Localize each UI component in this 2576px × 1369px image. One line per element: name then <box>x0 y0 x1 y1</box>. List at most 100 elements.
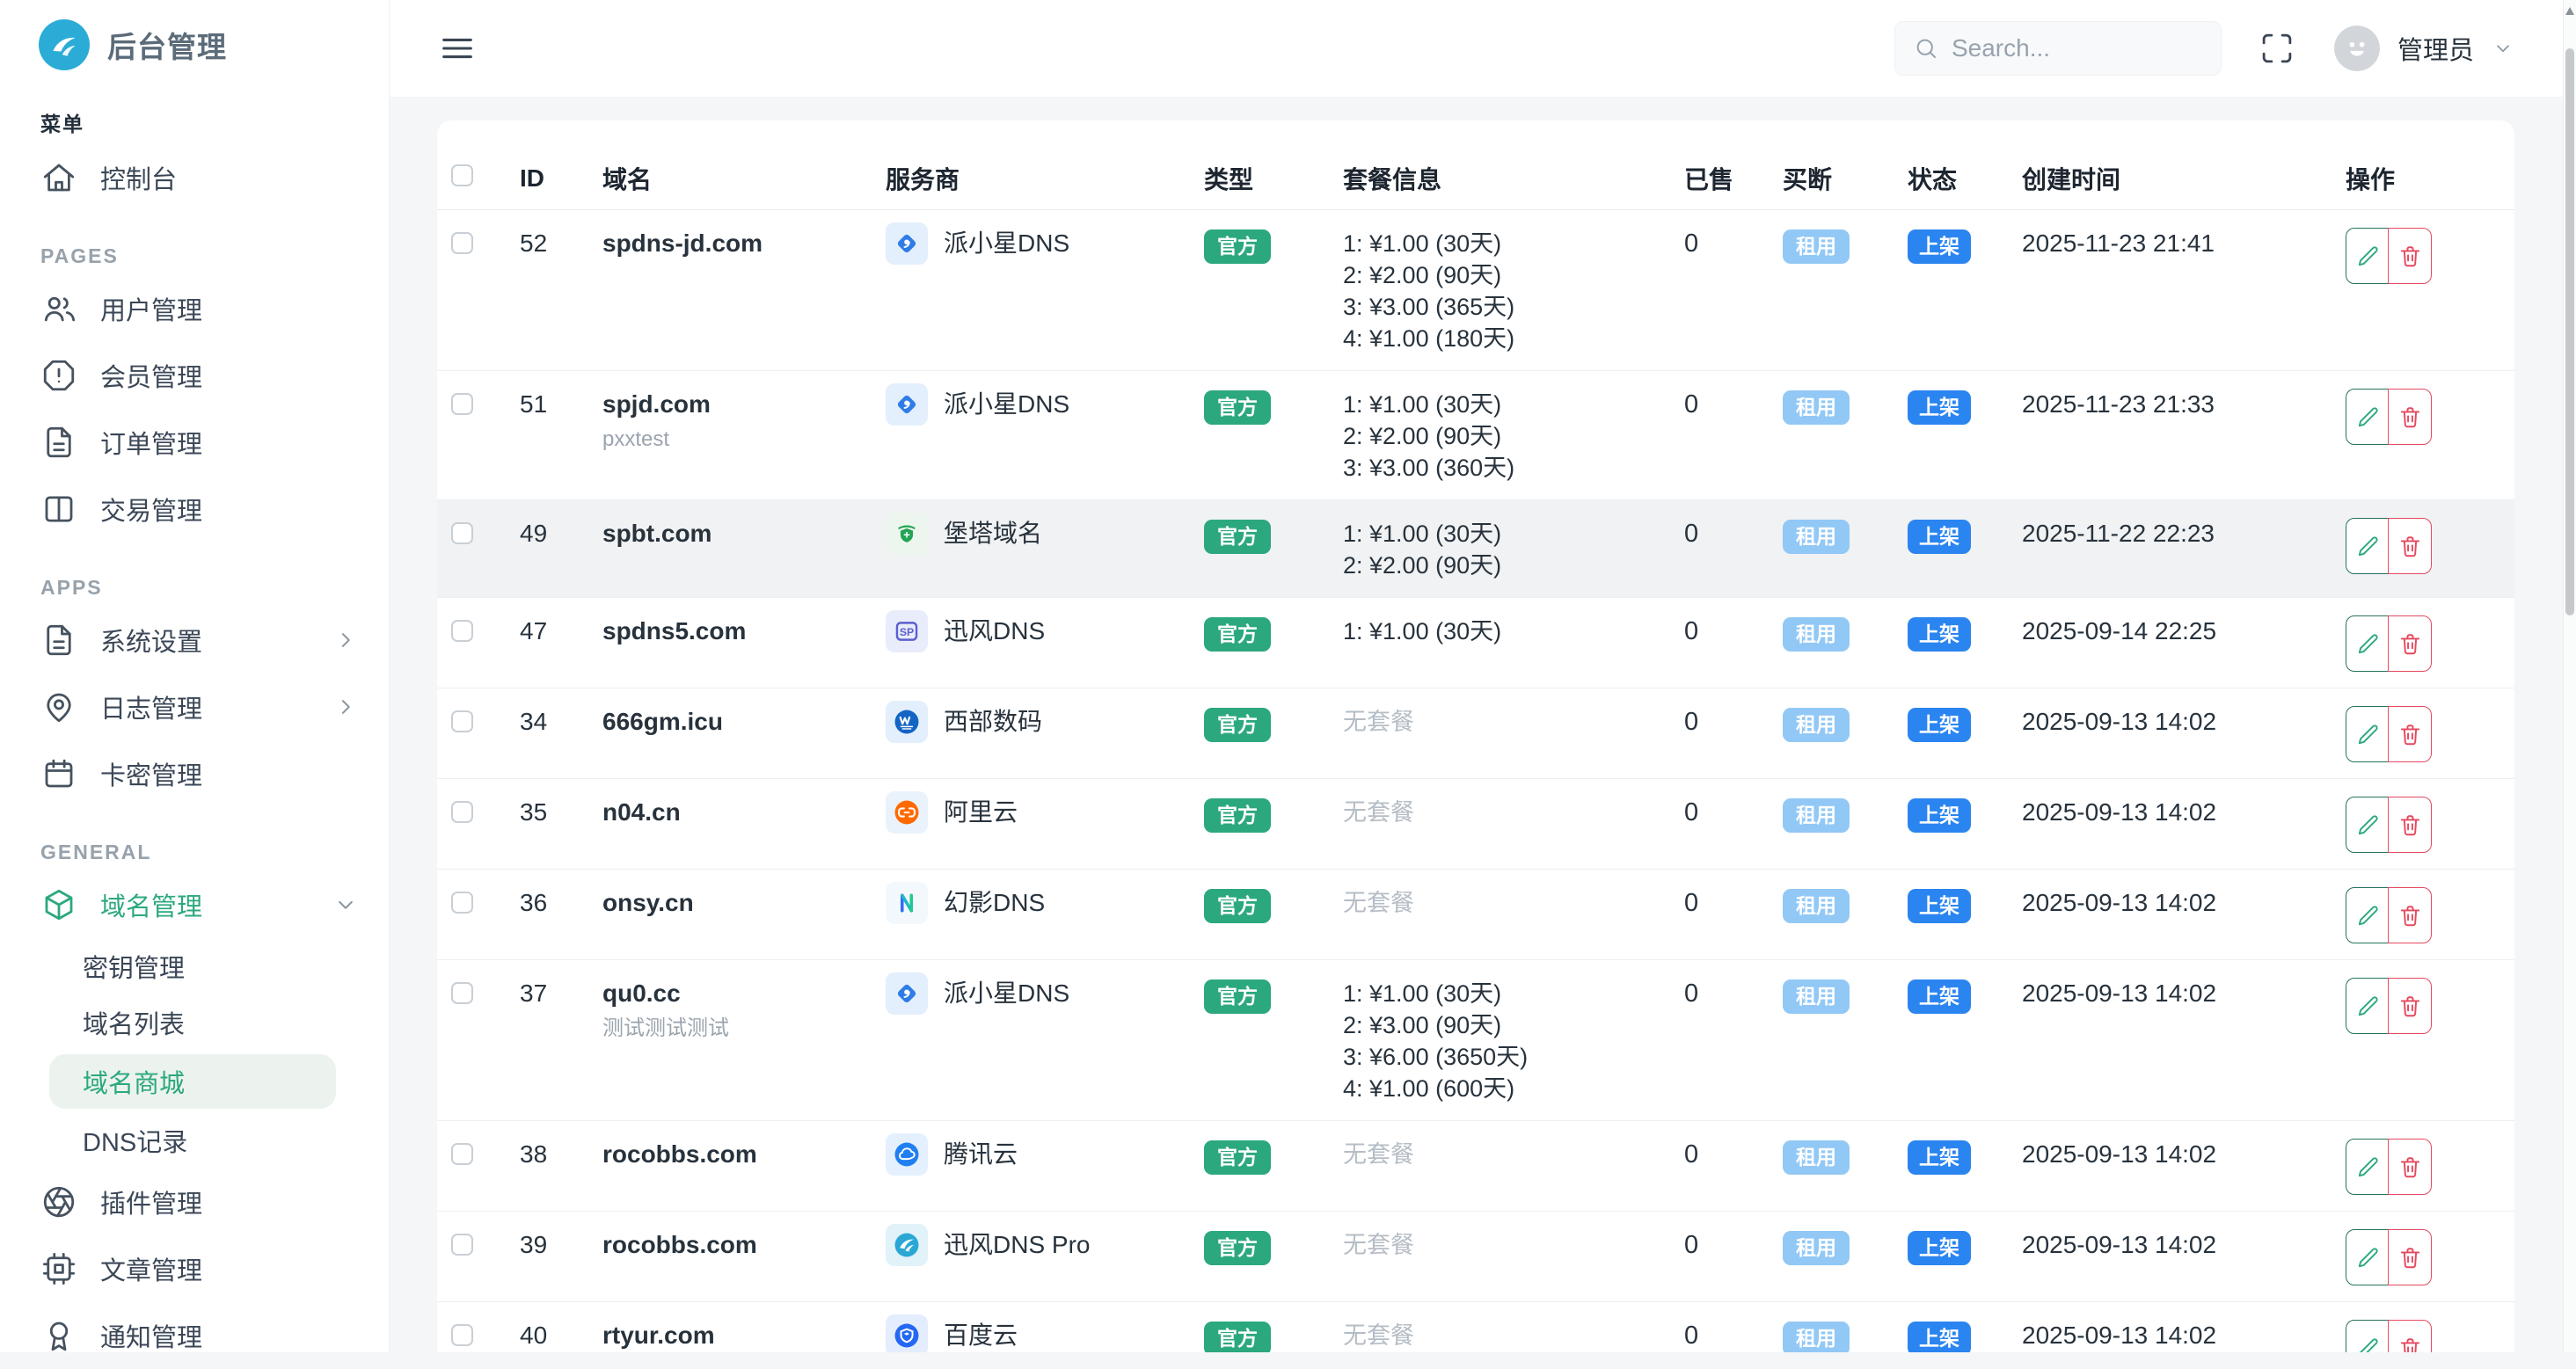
vertical-scrollbar[interactable] <box>2563 0 2576 1352</box>
edit-button[interactable] <box>2346 228 2390 284</box>
delete-button[interactable] <box>2388 797 2432 853</box>
provider-name: 派小星DNS <box>944 389 1069 420</box>
delete-button[interactable] <box>2388 706 2432 762</box>
file-text-icon <box>40 424 77 461</box>
row-checkbox[interactable] <box>451 710 473 732</box>
edit-button[interactable] <box>2346 518 2390 574</box>
row-checkbox[interactable] <box>451 393 473 415</box>
row-checkbox[interactable] <box>451 801 473 823</box>
sidebar-item-card-keys[interactable]: 卡密管理 <box>0 740 389 807</box>
sidebar-item-label: 日志管理 <box>100 688 310 725</box>
row-checkbox[interactable] <box>451 982 473 1004</box>
table-row: 37 qu0.cc 测试测试测试 派小星DNS 官方 1: ¥1.00 (30天… <box>437 960 2514 1121</box>
scrollbar-thumb[interactable] <box>2565 48 2574 615</box>
package-info: 1: ¥1.00 (30天)2: ¥2.00 (90天) <box>1343 500 1684 597</box>
sidebar-item-plugins[interactable]: 插件管理 <box>0 1169 389 1235</box>
sidebar-item-orders[interactable]: 订单管理 <box>0 409 389 476</box>
app-logo[interactable]: 后台管理 <box>0 0 389 70</box>
award-icon <box>40 1317 77 1354</box>
section-label-pages: PAGES <box>40 244 389 268</box>
user-menu[interactable]: 管理员 <box>2334 25 2514 71</box>
fullscreen-button[interactable] <box>2259 30 2295 67</box>
type-badge: 官方 <box>1204 1322 1271 1352</box>
row-checkbox[interactable] <box>451 1324 473 1346</box>
svg-text:SP: SP <box>900 626 914 638</box>
sidebar-item-system-settings[interactable]: 系统设置 <box>0 607 389 674</box>
row-checkbox[interactable] <box>451 1143 473 1165</box>
delete-button[interactable] <box>2388 1139 2432 1195</box>
buyout-badge: 租用 <box>1783 1322 1850 1352</box>
status-badge: 上架 <box>1908 520 1971 554</box>
sold-count: 0 <box>1684 1302 1783 1352</box>
sold-count: 0 <box>1684 960 1783 1025</box>
edit-button[interactable] <box>2346 887 2390 943</box>
search-box[interactable] <box>1894 21 2222 76</box>
delete-button[interactable] <box>2388 887 2432 943</box>
sidebar-nav: 菜单 控制台 PAGES 用户管理 会员管理 订单管理 交易管理 APPS 系统… <box>0 107 389 1369</box>
sidebar-item-dashboard[interactable]: 控制台 <box>0 144 389 211</box>
delete-button[interactable] <box>2388 1320 2432 1352</box>
sidebar-subitem-domain-list[interactable]: 域名列表 <box>0 994 389 1051</box>
delete-button[interactable] <box>2388 978 2432 1034</box>
row-actions <box>2346 228 2432 284</box>
domain-name: spjd.com <box>602 389 886 420</box>
sidebar-item-label: DNS记录 <box>83 1122 187 1159</box>
sidebar-subitem-key-management[interactable]: 密钥管理 <box>0 938 389 994</box>
sidebar-item-label: 交易管理 <box>100 491 359 528</box>
xibu-icon <box>886 701 928 743</box>
row-checkbox[interactable] <box>451 620 473 642</box>
sidebar-item-notifications[interactable]: 通知管理 <box>0 1302 389 1369</box>
row-checkbox[interactable] <box>451 1234 473 1256</box>
row-checkbox[interactable] <box>451 522 473 544</box>
edit-button[interactable] <box>2346 706 2390 762</box>
sidebar-item-articles[interactable]: 文章管理 <box>0 1235 389 1302</box>
select-all-checkbox[interactable] <box>451 164 473 186</box>
delete-button[interactable] <box>2388 389 2432 445</box>
row-checkbox[interactable] <box>451 232 473 254</box>
sidebar-subitem-dns-records[interactable]: DNS记录 <box>0 1112 389 1169</box>
sidebar-subitem-domain-mall[interactable]: 域名商城 <box>49 1054 336 1109</box>
edit-button[interactable] <box>2346 1229 2390 1285</box>
provider-name: 派小星DNS <box>944 978 1069 1009</box>
scroll-up-arrow[interactable] <box>2565 7 2574 15</box>
table-row: 52 spdns-jd.com 派小星DNS 官方 1: ¥1.00 (30天)… <box>437 210 2514 371</box>
sidebar-item-label: 域名商城 <box>83 1063 185 1100</box>
menu-toggle-button[interactable] <box>437 28 478 69</box>
created-time: 2025-11-23 21:41 <box>2022 210 2346 275</box>
delete-button[interactable] <box>2388 518 2432 574</box>
status-badge: 上架 <box>1908 889 1971 923</box>
trash-icon <box>2397 1245 2423 1271</box>
edit-button[interactable] <box>2346 615 2390 672</box>
edit-button[interactable] <box>2346 978 2390 1034</box>
sidebar-item-members[interactable]: 会员管理 <box>0 342 389 409</box>
row-checkbox[interactable] <box>451 892 473 914</box>
type-badge: 官方 <box>1204 1140 1271 1175</box>
trash-icon <box>2397 1154 2423 1180</box>
delete-button[interactable] <box>2388 228 2432 284</box>
edit-button[interactable] <box>2346 389 2390 445</box>
edit-button[interactable] <box>2346 1320 2390 1352</box>
column-header-id: ID <box>520 164 602 193</box>
sidebar-item-domain-management[interactable]: 域名管理 <box>0 871 389 938</box>
xunfengpro-icon <box>886 1224 928 1266</box>
topbar: 管理员 <box>390 0 2576 97</box>
type-badge: 官方 <box>1204 798 1271 833</box>
edit-button[interactable] <box>2346 1139 2390 1195</box>
provider-name: 迅风DNS <box>944 615 1045 647</box>
no-package-label: 无套餐 <box>1343 1141 1414 1168</box>
domain-name: rocobbs.com <box>602 1229 886 1261</box>
sidebar-item-users[interactable]: 用户管理 <box>0 275 389 342</box>
package-line: 2: ¥3.00 (90天) <box>1343 1009 1684 1041</box>
sold-count: 0 <box>1684 779 1783 844</box>
sidebar-item-transactions[interactable]: 交易管理 <box>0 476 389 543</box>
type-badge: 官方 <box>1204 889 1271 923</box>
home-icon <box>40 159 77 196</box>
search-input[interactable] <box>1952 34 2203 62</box>
sidebar-item-logs[interactable]: 日志管理 <box>0 674 389 740</box>
main-content: ID 域名 服务商 类型 套餐信息 已售 买断 状态 创建时间 操作 52 sp… <box>390 97 2563 1352</box>
edit-button[interactable] <box>2346 797 2390 853</box>
package-line: 4: ¥1.00 (180天) <box>1343 323 1684 354</box>
type-badge: 官方 <box>1204 708 1271 742</box>
delete-button[interactable] <box>2388 1229 2432 1285</box>
delete-button[interactable] <box>2388 615 2432 672</box>
